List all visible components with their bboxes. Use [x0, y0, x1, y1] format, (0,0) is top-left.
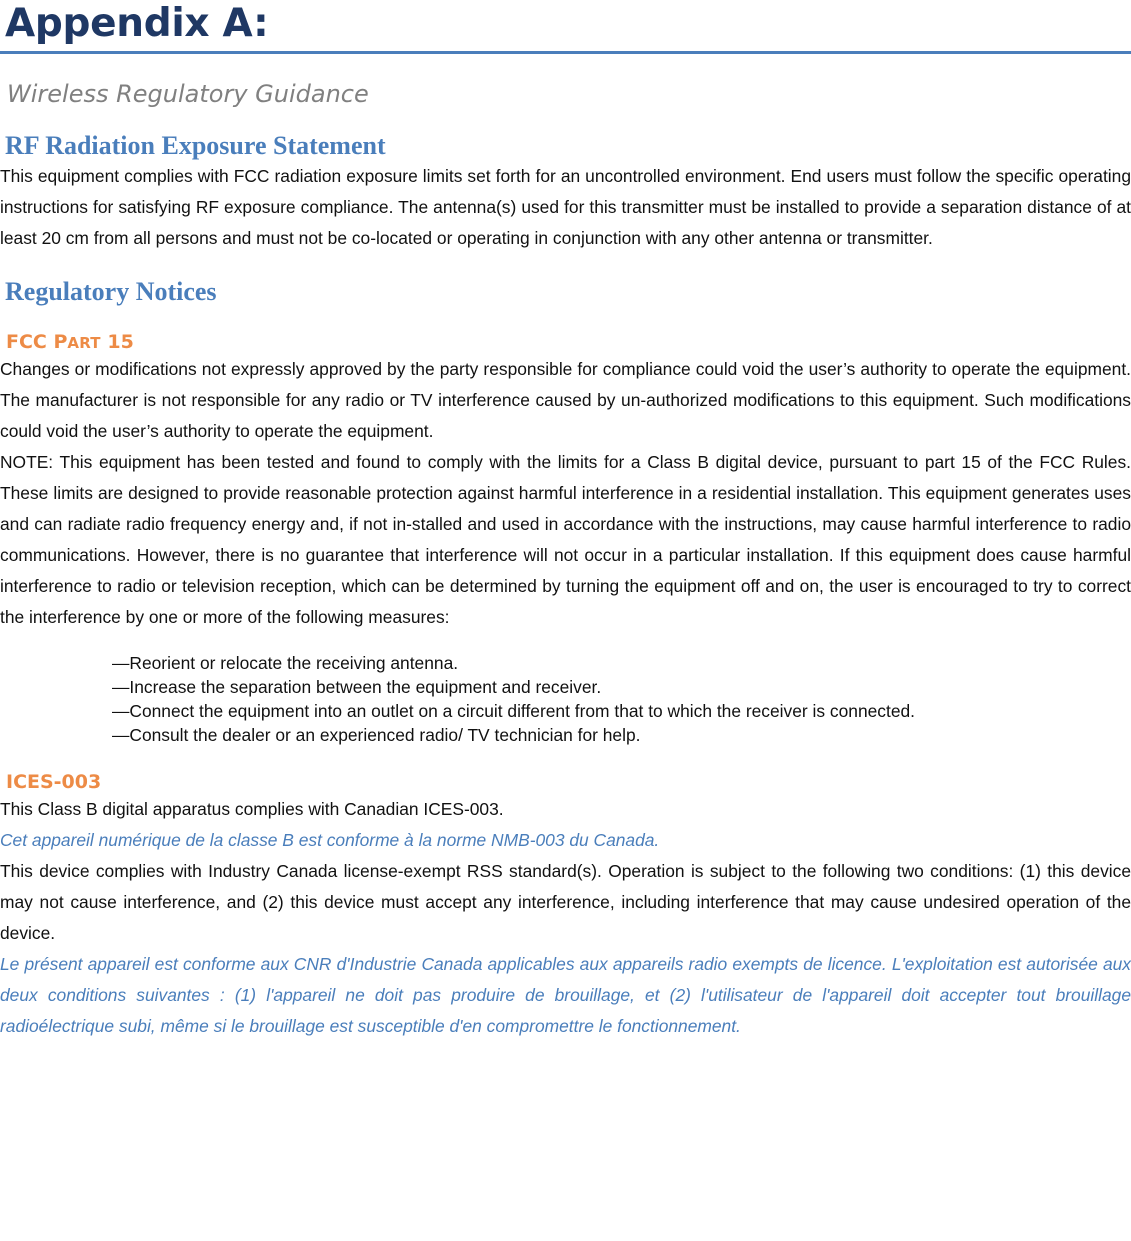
paragraph-ices-english: This Class B digital apparatus complies … [0, 798, 504, 819]
paragraph-ices-french: Cet appareil numérique de la classe B es… [0, 829, 660, 850]
heading-ices-003: ICES-003 [6, 771, 102, 794]
list-item: —Connect the equipment into an outlet on… [112, 701, 915, 722]
paragraph-fcc-note: NOTE: This equipment has been tested and… [0, 452, 1131, 628]
heading-regulatory-notices: Regulatory Notices [5, 277, 217, 307]
appendix-page: Appendix A: Wireless Regulatory Guidance… [0, 0, 1131, 1241]
list-item: —Increase the separation between the equ… [112, 677, 602, 698]
paragraph-rf-exposure-body: This equipment complies with FCC radiati… [0, 166, 1131, 249]
page-subtitle: Wireless Regulatory Guidance [7, 79, 369, 108]
paragraph-rss-english: This device complies with Industry Canad… [0, 860, 1131, 943]
heading-fcc-part-15: FCC PART 15 [0, 307, 1131, 354]
paragraph-rss-french: Le présent appareil est conforme aux CNR… [0, 953, 1131, 1036]
heading-fcc-part-15-tail: 15 [100, 331, 134, 354]
list-item: —Reorient or relocate the receiving ante… [112, 653, 459, 674]
heading-fcc-part-15-smallcaps: ART [67, 334, 101, 353]
heading-rf-radiation-exposure-statement: RF Radiation Exposure Statement [5, 131, 386, 161]
list-corrective-measures: —Reorient or relocate the receiving ante… [0, 651, 1131, 747]
page-title: Appendix A: [5, 1, 269, 46]
paragraph-fcc-changes-modifications: Changes or modifications not expressly a… [0, 359, 1131, 442]
heading-fcc-part-15-main: FCC P [6, 331, 68, 354]
list-item: —Consult the dealer or an experienced ra… [112, 725, 641, 746]
